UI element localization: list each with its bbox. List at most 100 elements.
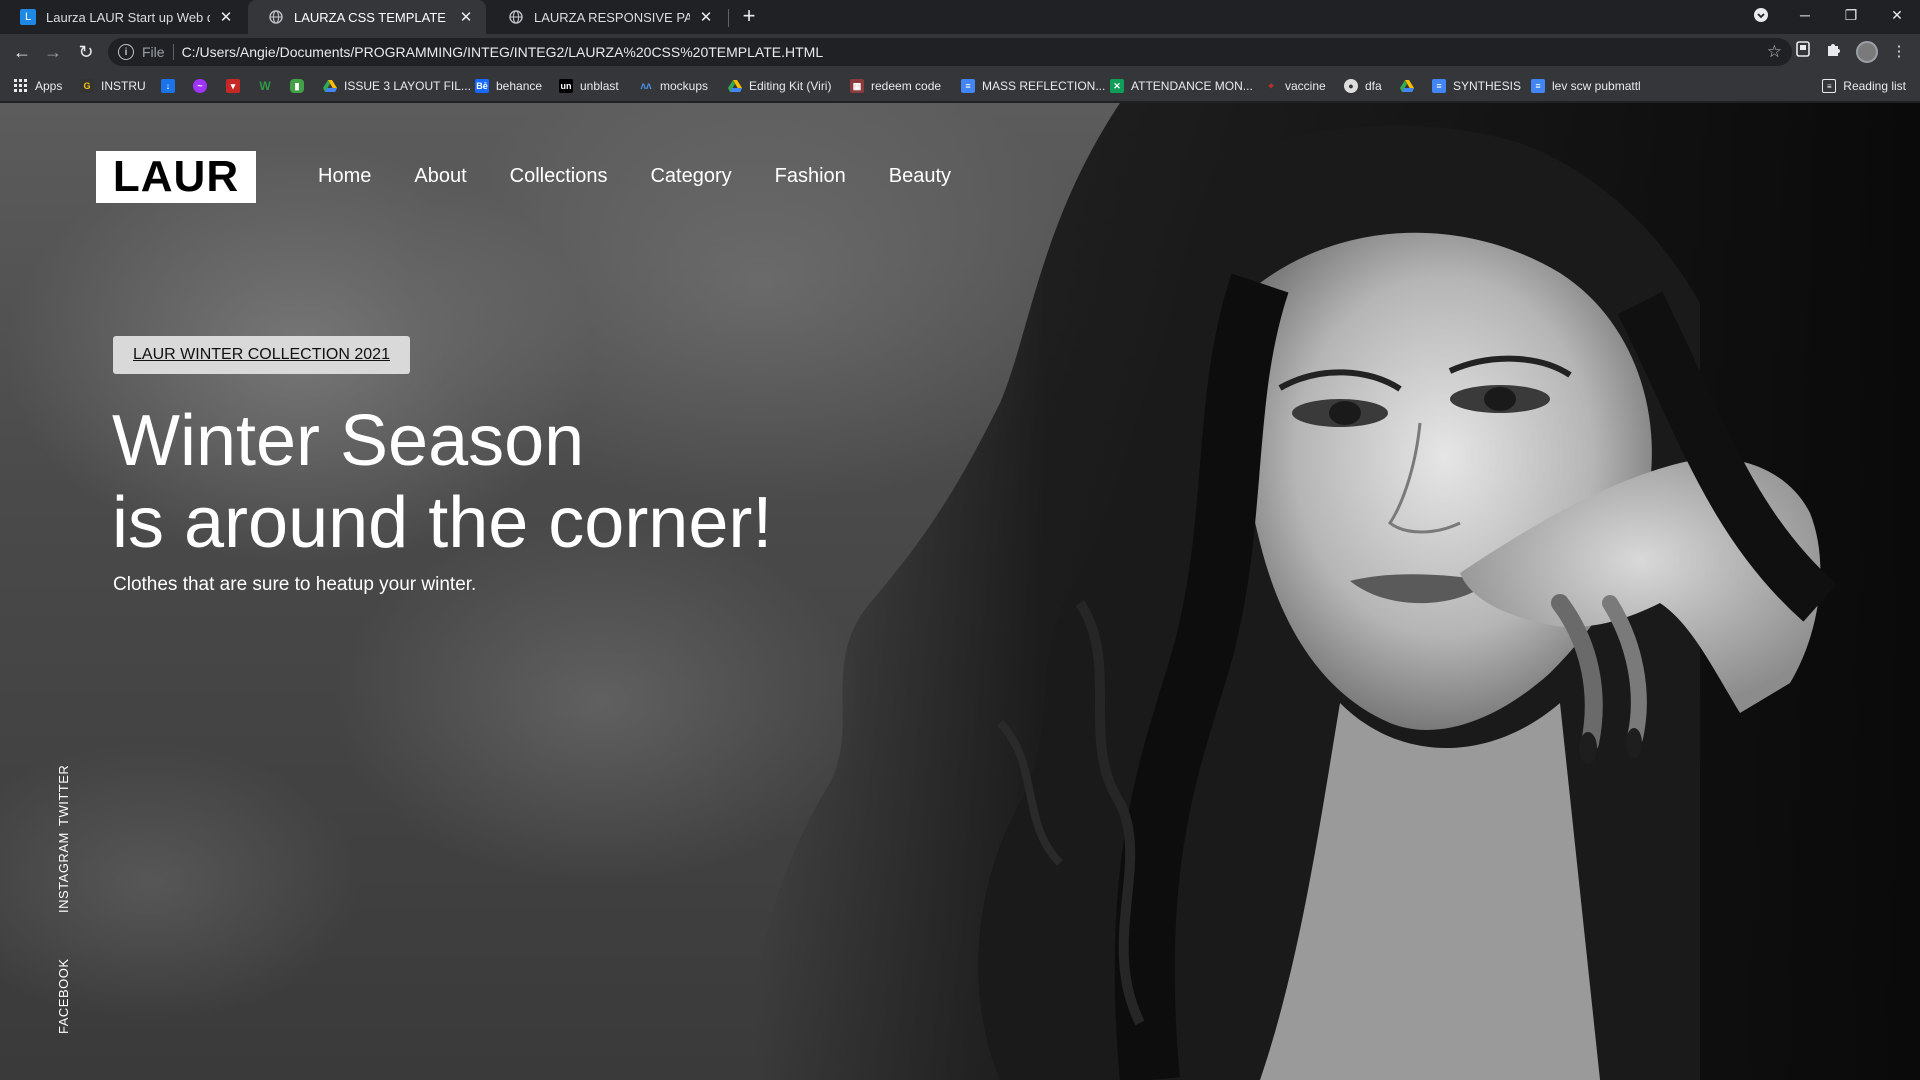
- back-arrow-icon[interactable]: ←: [10, 40, 34, 64]
- reload-icon[interactable]: ↻: [74, 40, 98, 64]
- extension-icon[interactable]: [1792, 41, 1814, 63]
- reading-list-label: Reading list: [1843, 79, 1906, 93]
- bookmark-label: lev scw pubmattl: [1552, 79, 1641, 93]
- info-icon[interactable]: i: [118, 44, 134, 60]
- bookmark-bottle[interactable]: ▮: [290, 77, 311, 95]
- nav-collections-link[interactable]: Collections: [510, 161, 608, 191]
- bookmark-messenger[interactable]: ~: [193, 77, 214, 95]
- bookmark-mockups[interactable]: ᴧᴧ mockups: [639, 77, 708, 95]
- bookmark-label: ISSUE 3 LAYOUT FIL...: [344, 79, 471, 93]
- tab-laurza-css-template[interactable]: LAURZA CSS TEMPLATE - HTML/ ✕: [248, 0, 486, 34]
- bookmark-label: Editing Kit (Viri): [749, 79, 832, 93]
- globe-icon: [508, 9, 524, 25]
- drive-icon: [728, 79, 742, 93]
- docs-icon: ≡: [961, 79, 975, 93]
- bookmark-label: redeem code: [871, 79, 942, 93]
- bookmark-vaccine[interactable]: ⌖ vaccine: [1264, 77, 1326, 95]
- minimize-icon[interactable]: ─: [1782, 0, 1828, 30]
- main-nav: Home About Collections Category Fashion …: [318, 161, 994, 191]
- address-bar[interactable]: i File C:/Users/Angie/Documents/PROGRAMM…: [108, 38, 1792, 66]
- new-tab-button[interactable]: +: [736, 4, 762, 30]
- bookmark-dfa[interactable]: ● dfa: [1344, 77, 1382, 95]
- winter-collection-button[interactable]: LAUR WINTER COLLECTION 2021: [113, 336, 410, 374]
- close-tab-icon[interactable]: ✕: [458, 8, 474, 26]
- bookmark-instru[interactable]: G INSTRU: [80, 77, 146, 95]
- nav-beauty-link[interactable]: Beauty: [889, 161, 951, 191]
- docs-icon: ≡: [1531, 79, 1545, 93]
- restore-icon[interactable]: ❐: [1828, 0, 1874, 30]
- bookmark-issue3[interactable]: ISSUE 3 LAYOUT FIL...: [323, 77, 471, 95]
- facebook-label: FACEBOOK: [56, 958, 71, 1034]
- nav-about-link[interactable]: About: [414, 161, 466, 191]
- nav-home-link[interactable]: Home: [318, 161, 371, 191]
- more-menu-icon[interactable]: ⋮: [1888, 41, 1910, 63]
- reading-list-icon: ≡: [1822, 79, 1837, 93]
- nav-category-link[interactable]: Category: [650, 161, 731, 191]
- bookmark-drive[interactable]: [1400, 77, 1421, 95]
- bookmark-apps[interactable]: Apps: [14, 77, 62, 95]
- url-text[interactable]: C:/Users/Angie/Documents/PROGRAMMING/INT…: [182, 44, 824, 60]
- bookmark-editing-kit[interactable]: Editing Kit (Viri): [728, 77, 831, 95]
- drive-icon: [1400, 79, 1414, 93]
- bookmark-lev-scw[interactable]: ≡ lev scw pubmattl: [1531, 77, 1641, 95]
- bookmark-download[interactable]: ↓: [161, 77, 182, 95]
- bookmark-label: behance: [496, 79, 543, 93]
- hero-headline: Winter Season is around the corner!: [112, 400, 772, 564]
- close-tab-icon[interactable]: ✕: [218, 8, 234, 26]
- bookmark-label: dfa: [1365, 79, 1382, 93]
- twitter-label: TWITTER: [56, 764, 71, 826]
- bookmark-star-icon[interactable]: ☆: [1767, 42, 1782, 62]
- drive-icon: [323, 79, 337, 93]
- headline-line-1: Winter Season: [112, 401, 585, 481]
- bottle-icon: ▮: [290, 79, 304, 93]
- profile-avatar[interactable]: [1856, 41, 1878, 63]
- dfa-icon: ●: [1344, 79, 1358, 93]
- tab-laurza-responsive[interactable]: LAURZA RESPONSIVE PAGE1 ✕: [488, 0, 726, 34]
- vaccine-icon: ⌖: [1268, 80, 1274, 91]
- reading-list-button[interactable]: ≡ Reading list: [1822, 77, 1906, 95]
- close-window-icon[interactable]: ✕: [1874, 0, 1920, 30]
- bookmark-label: ATTENDANCE MON...: [1131, 79, 1253, 93]
- sheets-icon: ✕: [1110, 79, 1124, 93]
- bookmark-w[interactable]: W: [258, 77, 279, 95]
- bookmark-label: MASS REFLECTION...: [982, 79, 1106, 93]
- site-logo[interactable]: LAUR: [96, 151, 256, 203]
- forward-arrow-icon[interactable]: →: [41, 40, 65, 64]
- tab-title: LAURZA CSS TEMPLATE - HTML/: [294, 9, 450, 25]
- bookmark-unblast[interactable]: un unblast: [559, 77, 619, 95]
- bookmark-synthesis[interactable]: ≡ SYNTHESIS: [1432, 77, 1521, 95]
- bookmark-redeem-code[interactable]: ▦ redeem code: [850, 77, 941, 95]
- tab-title: LAURZA RESPONSIVE PAGE1: [534, 9, 690, 25]
- mockups-icon: ᴧᴧ: [640, 80, 652, 92]
- shield-icon: ▾: [226, 79, 240, 93]
- bookmark-mass-reflection[interactable]: ≡ MASS REFLECTION...: [961, 77, 1105, 95]
- bookmark-shield[interactable]: ▾: [226, 77, 247, 95]
- instagram-label: INSTAGRAM: [56, 832, 71, 913]
- messenger-icon: ~: [193, 79, 207, 93]
- tab-search-icon[interactable]: [1738, 0, 1784, 30]
- image-icon: ▦: [850, 79, 864, 93]
- bookmarks-bar: Apps G INSTRU ↓ ~ ▾ W ▮ ISSUE 3 LAYOUT F…: [0, 70, 1920, 102]
- nav-fashion-link[interactable]: Fashion: [775, 161, 846, 191]
- headline-line-2: is around the corner!: [112, 483, 773, 563]
- globe-icon: [268, 9, 284, 25]
- bookmark-label: unblast: [580, 79, 619, 93]
- hero-portrait-image: [754, 103, 1920, 1080]
- bookmark-label: SYNTHESIS: [1453, 79, 1522, 93]
- puzzle-extensions-icon[interactable]: [1822, 41, 1844, 63]
- w-icon: W: [259, 79, 271, 93]
- browser-toolbar: ← → ↻ i File C:/Users/Angie/Documents/PR…: [0, 34, 1920, 70]
- g-icon: G: [80, 79, 94, 93]
- hero-subtitle: Clothes that are sure to heatup your win…: [113, 574, 477, 595]
- bookmark-label: vaccine: [1285, 79, 1326, 93]
- bookmark-label: mockups: [660, 79, 709, 93]
- tab-title: Laurza LAUR Start up Web desig: [46, 9, 210, 25]
- bookmark-behance[interactable]: Bē behance: [475, 77, 542, 95]
- bookmark-label: Apps: [35, 79, 63, 93]
- tab-laurza-startup[interactable]: L Laurza LAUR Start up Web desig ✕: [0, 0, 246, 34]
- behance-icon: Bē: [475, 79, 489, 93]
- laurza-favicon-icon: L: [20, 9, 36, 25]
- bookmark-attendance[interactable]: ✕ ATTENDANCE MON...: [1110, 77, 1253, 95]
- download-icon: ↓: [161, 79, 175, 93]
- close-tab-icon[interactable]: ✕: [698, 8, 714, 26]
